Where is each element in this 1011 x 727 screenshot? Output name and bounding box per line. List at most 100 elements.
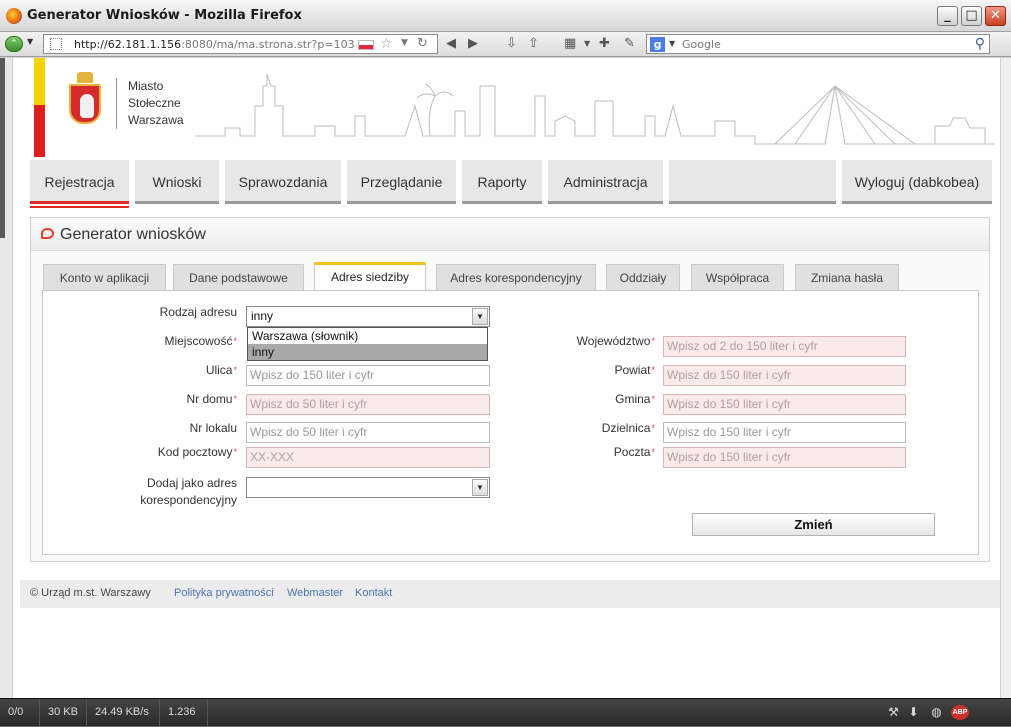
title-bar: Generator Wniosków - Mozilla Firefox _ □… [0,0,1011,32]
nr-lokalu-input[interactable]: Wpisz do 50 liter i cyfr [246,422,490,443]
webmaster-link[interactable]: Webmaster [287,587,343,599]
globe-icon[interactable]: ◍ [929,705,944,720]
menu-item-raporty[interactable]: Raporty [462,160,542,204]
menu-item-administracja[interactable]: Administracja [548,160,663,204]
powiat-input[interactable]: Wpisz do 150 liter i cyfr [663,365,906,386]
page-menu-icon[interactable]: ⌃ [5,36,23,52]
city-name-line-2: Stołeczne [128,96,181,110]
tab-oddzialy[interactable]: Oddziały [606,264,680,290]
search-engine-dropdown-icon[interactable]: ▼ [669,39,675,48]
generator-panel: Generator wniosków Konto w aplikacji Dan… [30,217,990,562]
menu-item-wnioski[interactable]: Wnioski [135,160,219,204]
option-inny[interactable]: inny [248,344,487,360]
zmien-button[interactable]: Zmień [692,513,935,536]
forward-arrow-icon[interactable]: ▶ [468,36,478,51]
dodaj-jako-select[interactable]: ▼ [246,477,490,498]
nr-domu-label: Nr domu* [186,392,237,406]
ulica-input[interactable]: Wpisz do 150 liter i cyfr [246,365,490,386]
upload-icon[interactable]: ⇧ [528,36,539,51]
google-icon[interactable]: g [650,37,665,52]
dodaj-jako-label: Dodaj jako adres korespondencyjny [140,476,237,507]
brush-icon[interactable]: ✎ [624,36,635,51]
reload-icon[interactable]: ↻ [417,36,428,51]
tab-content: Rodzaj adresu Miejscowość* Ulica* Nr dom… [42,290,979,555]
adblock-icon[interactable]: ABP [951,705,969,720]
minimize-button[interactable]: _ [937,6,958,26]
menu-item-sprawozdania[interactable]: Sprawozdania [225,160,341,204]
tab-zmiana-hasla[interactable]: Zmiana hasła [795,264,899,290]
main-menu: Rejestracja Wnioski Sprawozdania Przeglą… [30,160,992,208]
dropdown-arrow-icon[interactable]: ▼ [27,37,33,46]
panel-header: Generator wniosków [31,218,989,251]
contact-link[interactable]: Kontakt [355,587,392,599]
page-footer: © Urząd m.st. Warszawy Polityka prywatno… [20,580,1000,608]
wojewodztwo-label: Województwo* [576,334,655,348]
site-identity-icon[interactable] [50,38,62,50]
address-bar[interactable]: http://62.181.1.156:8080/ma/ma.strona.st… [43,34,438,54]
kod-pocztowy-label: Kod pocztowy* [157,445,237,459]
tab-wspolpraca[interactable]: Współpraca [691,264,784,290]
bookmark-star-icon[interactable]: ☆ [380,36,393,52]
rodzaj-adresu-select[interactable]: inny ▼ [246,306,490,327]
maximize-button[interactable]: □ [961,6,982,26]
grid-icon[interactable]: ▦ [564,36,576,51]
city-name-line-3: Warszawa [128,113,184,127]
mermaid-icon [80,94,94,118]
dzielnica-input[interactable]: Wpisz do 150 liter i cyfr [663,422,906,443]
rodzaj-adresu-label: Rodzaj adresu [159,305,237,319]
miejscowosc-label: Miejscowość* [164,334,237,348]
status-requests: 0/0 [0,699,40,727]
poczta-label: Poczta* [613,445,655,459]
download-icon[interactable]: ⇩ [506,36,517,51]
warsaw-crest-logo [67,72,103,128]
status-time: 1.236 [160,699,208,727]
status-speed: 24.49 KB/s [87,699,160,727]
privacy-policy-link[interactable]: Polityka prywatności [174,587,274,599]
city-name-line-1: Miasto [128,79,164,93]
menu-item-rejestracja[interactable]: Rejestracja [30,160,129,208]
skyline-illustration [195,73,995,145]
search-bar[interactable]: g ▼ Google ⚲ [646,34,990,54]
crown-icon [77,72,93,83]
wrench-icon[interactable]: ⚒ [886,705,901,720]
poczta-input[interactable]: Wpisz do 150 liter i cyfr [663,447,906,468]
tab-adres-siedziby[interactable]: Adres siedziby [314,262,426,290]
vertical-scrollbar[interactable] [1000,58,1011,698]
nr-domu-input[interactable]: Wpisz do 50 liter i cyfr [246,394,490,415]
rodzaj-adresu-dropdown[interactable]: Warszawa (słownik) inny [247,327,488,361]
menu-item-wyloguj[interactable]: Wyloguj (dabkobea) [842,160,992,204]
kod-pocztowy-input[interactable]: XX-XXX [246,447,490,468]
copyright-text: © Urząd m.st. Warszawy [30,587,151,599]
window-title: Generator Wniosków - Mozilla Firefox [27,8,302,23]
status-bar: 0/0 30 KB 24.49 KB/s 1.236 ⚒ ⬇ ◍ ABP [0,698,1011,727]
search-input[interactable]: Google [682,38,721,51]
gmina-input[interactable]: Wpisz do 150 liter i cyfr [663,394,906,415]
chevron-down-icon[interactable]: ▼ [472,479,488,496]
dzielnica-label: Dzielnica* [601,421,655,435]
tab-adres-korespondencyjny[interactable]: Adres korespondencyjny [436,264,596,290]
download-status-icon[interactable]: ⬇ [906,705,921,720]
nr-lokalu-label: Nr lokalu [189,421,237,435]
history-dropdown-icon[interactable]: ▼ [401,38,408,48]
speech-bubble-icon [41,228,54,239]
menu-item-przegladanie[interactable]: Przeglądanie [347,160,456,204]
search-icon[interactable]: ⚲ [975,36,985,52]
tab-dane-podstawowe[interactable]: Dane podstawowe [173,264,304,290]
status-size: 30 KB [40,699,87,727]
addon-plus-icon[interactable]: ✚ [599,36,610,51]
page-viewport: Miasto Stołeczne Warszawa Rejestracja Wn… [0,58,1011,698]
shield-icon [69,84,101,124]
wojewodztwo-input[interactable]: Wpisz od 2 do 150 liter i cyfr [663,336,906,357]
chevron-down-icon[interactable]: ▼ [472,308,488,325]
tab-konto[interactable]: Konto w aplikacji [43,264,166,290]
option-warszawa-slownik[interactable]: Warszawa (słownik) [248,328,487,344]
polish-flag-icon [358,40,374,50]
back-arrow-icon[interactable]: ◀ [446,36,456,51]
grid-dropdown-icon[interactable]: ▼ [584,39,590,48]
firefox-icon [6,8,22,24]
menu-spacer [669,160,836,204]
brand-bar-yellow [34,58,45,105]
panel-title: Generator wniosków [60,226,206,243]
close-button[interactable]: ✕ [985,6,1006,26]
url-text[interactable]: http://62.181.1.156:8080/ma/ma.strona.st… [74,38,355,51]
